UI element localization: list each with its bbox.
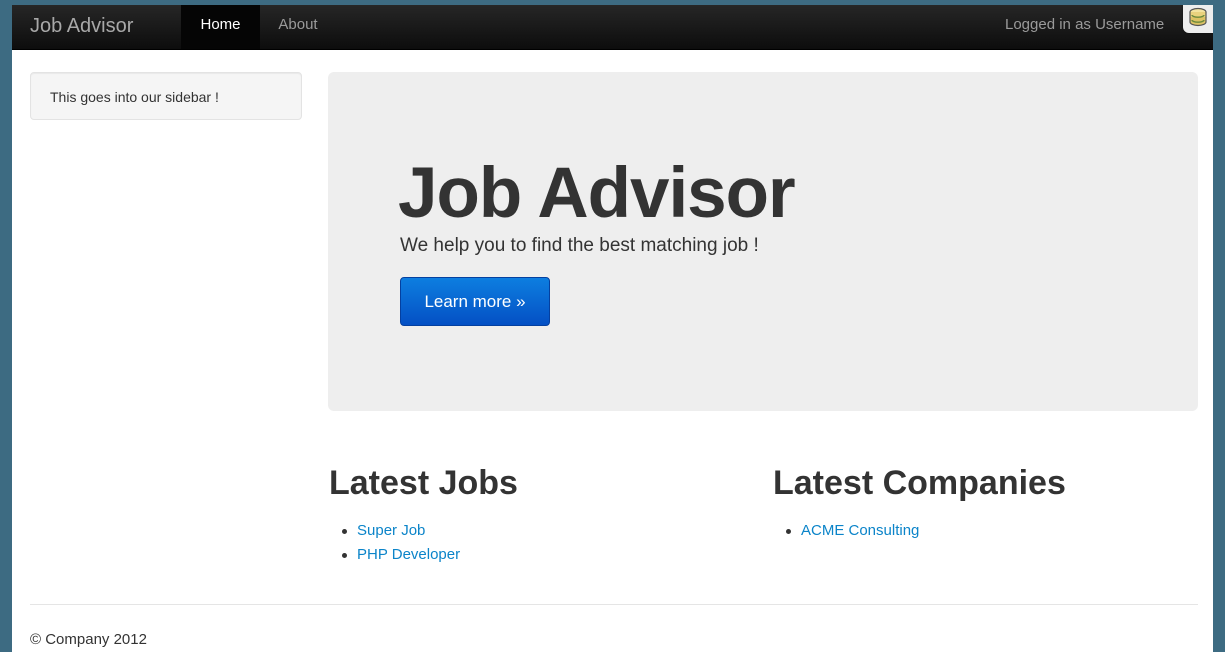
bullet-icon xyxy=(786,529,791,534)
login-status: Logged in as Username xyxy=(1005,16,1165,33)
sidebar-text: This goes into our sidebar ! xyxy=(50,89,219,105)
navbar: Job Advisor Home About Logged in as User… xyxy=(12,5,1213,50)
job-link-php-developer[interactable]: PHP Developer xyxy=(357,546,460,563)
nav-item-home[interactable]: Home xyxy=(181,5,260,49)
list-item: ACME Consulting xyxy=(773,519,919,543)
bullet-icon xyxy=(342,529,347,534)
job-link-super-job[interactable]: Super Job xyxy=(357,522,425,539)
latest-companies-list: ACME Consulting xyxy=(773,519,919,543)
list-item: PHP Developer xyxy=(329,543,460,567)
latest-jobs-list: Super Job PHP Developer xyxy=(329,519,460,567)
browser-window: Job Advisor Home About Logged in as User… xyxy=(12,5,1213,652)
latest-companies-heading: Latest Companies xyxy=(773,464,1066,502)
latest-jobs-heading: Latest Jobs xyxy=(329,464,518,502)
nav-item-about[interactable]: About xyxy=(268,5,328,49)
hero-title: Job Advisor xyxy=(398,154,796,233)
bullet-icon xyxy=(342,553,347,558)
learn-more-button[interactable]: Learn more » xyxy=(400,277,550,326)
footer-divider xyxy=(30,604,1198,605)
database-icon[interactable] xyxy=(1183,5,1213,33)
hero-unit: Job Advisor We help you to find the best… xyxy=(328,72,1198,411)
list-item: Super Job xyxy=(329,519,460,543)
company-link-acme-consulting[interactable]: ACME Consulting xyxy=(801,522,919,539)
footer-copyright: © Company 2012 xyxy=(30,631,147,648)
sidebar-well: This goes into our sidebar ! xyxy=(30,72,302,120)
hero-subtitle: We help you to find the best matching jo… xyxy=(400,235,759,256)
brand-link[interactable]: Job Advisor xyxy=(30,14,133,38)
